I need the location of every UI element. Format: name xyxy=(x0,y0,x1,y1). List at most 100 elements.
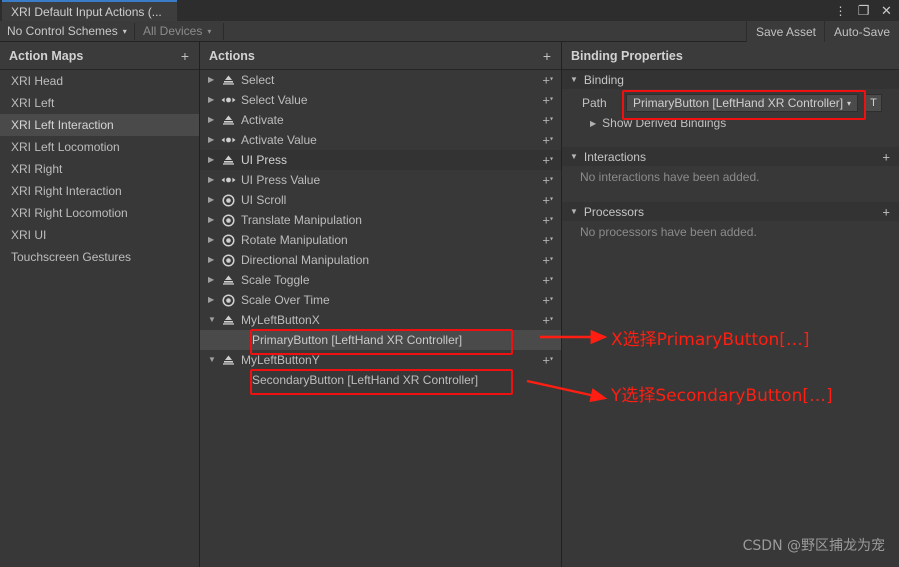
action-row[interactable]: ▶ Select Value + ▾ xyxy=(200,90,561,110)
action-row[interactable]: ▶ Directional Manipulation + ▾ xyxy=(200,250,561,270)
chevron-down-icon: ▾ xyxy=(122,26,127,36)
add-binding-button[interactable]: + ▾ xyxy=(542,194,553,207)
add-binding-button[interactable]: + ▾ xyxy=(542,252,553,268)
action-map-item[interactable]: XRI Left Interaction xyxy=(0,114,199,136)
add-binding-button[interactable]: + ▾ xyxy=(542,72,553,88)
interactions-section-header[interactable]: ▼ Interactions + xyxy=(562,147,899,166)
plus-icon: + xyxy=(542,72,550,88)
tab-label: XRI Default Input Actions (... xyxy=(11,4,162,19)
add-binding-button[interactable]: + ▾ xyxy=(542,134,553,147)
more-options-icon[interactable]: ⋮ xyxy=(834,5,847,17)
devices-dropdown[interactable]: All Devices ▾ xyxy=(136,21,218,41)
add-binding-button[interactable]: + ▾ xyxy=(542,352,553,368)
action-map-item[interactable]: XRI Right xyxy=(0,158,199,180)
chevron-right-icon[interactable]: ▶ xyxy=(200,196,218,204)
add-action-map-icon[interactable]: + xyxy=(181,49,189,63)
action-map-label: XRI Head xyxy=(11,74,64,88)
action-map-item[interactable]: XRI Head xyxy=(0,70,199,92)
chevron-right-icon[interactable]: ▶ xyxy=(200,136,218,144)
binding-properties-header: Binding Properties xyxy=(562,42,899,70)
add-processor-icon[interactable]: + xyxy=(882,205,890,218)
add-binding-button[interactable]: + ▾ xyxy=(542,114,553,127)
action-row[interactable]: ▶ UI Scroll + ▾ xyxy=(200,190,561,210)
button-action-icon xyxy=(218,74,238,86)
chevron-right-icon[interactable]: ▶ xyxy=(200,156,218,164)
action-maps-title: Action Maps xyxy=(9,48,84,63)
action-row[interactable]: ▶ UI Press + ▾ xyxy=(200,150,561,170)
path-value: PrimaryButton [LeftHand XR Controller] xyxy=(633,96,844,110)
tab-xri-default-input-actions[interactable]: XRI Default Input Actions (... xyxy=(2,0,177,21)
binding-properties-panel: Binding Properties ▼ Binding Path Primar… xyxy=(562,42,899,567)
add-action-icon[interactable]: + xyxy=(543,49,551,63)
action-row[interactable]: ▶ Scale Over Time + ▾ xyxy=(200,290,561,310)
close-icon[interactable]: ✕ xyxy=(880,4,893,17)
plus-icon: + xyxy=(542,252,550,268)
auto-save-button[interactable]: Auto-Save xyxy=(823,21,899,42)
binding-row[interactable]: PrimaryButton [LeftHand XR Controller] xyxy=(200,330,561,350)
action-map-label: XRI Left xyxy=(11,96,55,110)
add-binding-button[interactable]: + ▾ xyxy=(542,274,553,287)
maximize-icon[interactable]: ❐ xyxy=(857,4,870,17)
add-binding-button[interactable]: + ▾ xyxy=(542,292,553,308)
chevron-right-icon[interactable]: ▶ xyxy=(200,276,218,284)
add-binding-button[interactable]: + ▾ xyxy=(542,172,553,188)
toolbar-divider xyxy=(134,23,135,40)
path-text-mode-button[interactable]: T xyxy=(865,94,882,112)
action-row[interactable]: ▶ Scale Toggle + ▾ xyxy=(200,270,561,290)
control-schemes-dropdown[interactable]: No Control Schemes ▾ xyxy=(0,21,134,41)
processors-section-header[interactable]: ▼ Processors + xyxy=(562,202,899,221)
add-binding-button[interactable]: + ▾ xyxy=(542,214,553,227)
chevron-right-icon[interactable]: ▶ xyxy=(200,96,218,104)
button-action-icon xyxy=(218,354,238,366)
action-row[interactable]: ▶ Translate Manipulation + ▾ xyxy=(200,210,561,230)
action-map-item[interactable]: XRI Right Interaction xyxy=(0,180,199,202)
action-row[interactable]: ▼ MyLeftButtonX + ▾ xyxy=(200,310,561,330)
action-row[interactable]: ▼ MyLeftButtonY + ▾ xyxy=(200,350,561,370)
action-label: Directional Manipulation xyxy=(241,253,370,267)
binding-row[interactable]: SecondaryButton [LeftHand XR Controller] xyxy=(200,370,561,390)
chevron-down-icon[interactable]: ▼ xyxy=(200,356,218,364)
chevron-down-icon: ▾ xyxy=(549,296,553,303)
chevron-down-icon: ▾ xyxy=(549,356,553,363)
chevron-right-icon[interactable]: ▶ xyxy=(200,76,218,84)
action-row[interactable]: ▶ Activate + ▾ xyxy=(200,110,561,130)
action-row[interactable]: ▶ Select + ▾ xyxy=(200,70,561,90)
action-map-item[interactable]: XRI Right Locomotion xyxy=(0,202,199,224)
chevron-down-icon: ▾ xyxy=(549,116,553,123)
action-map-item[interactable]: XRI UI xyxy=(0,224,199,246)
button-action-icon xyxy=(218,314,238,326)
chevron-right-icon[interactable]: ▶ xyxy=(200,236,218,244)
plus-icon: + xyxy=(542,352,550,368)
chevron-right-icon[interactable]: ▶ xyxy=(200,176,218,184)
toolbar-divider xyxy=(223,23,224,40)
add-binding-button[interactable]: + ▾ xyxy=(542,314,553,327)
path-field-row: Path PrimaryButton [LeftHand XR Controll… xyxy=(562,93,899,113)
chevron-right-icon[interactable]: ▶ xyxy=(200,296,218,304)
interactions-empty-text: No interactions have been added. xyxy=(580,170,760,184)
binding-section-header[interactable]: ▼ Binding xyxy=(562,70,899,89)
action-label: Scale Over Time xyxy=(241,293,330,307)
action-map-item[interactable]: XRI Left Locomotion xyxy=(0,136,199,158)
add-interaction-icon[interactable]: + xyxy=(882,150,890,163)
chevron-right-icon[interactable]: ▶ xyxy=(200,256,218,264)
chevron-down-icon[interactable]: ▼ xyxy=(200,316,218,324)
add-binding-button[interactable]: + ▾ xyxy=(542,154,553,167)
action-row[interactable]: ▶ Rotate Manipulation + ▾ xyxy=(200,230,561,250)
chevron-right-icon[interactable]: ▶ xyxy=(200,116,218,124)
plus-icon: + xyxy=(542,172,550,188)
action-label: Scale Toggle xyxy=(241,273,310,287)
action-row[interactable]: ▶ Activate Value + ▾ xyxy=(200,130,561,150)
plus-icon: + xyxy=(542,232,550,248)
action-row[interactable]: ▶ UI Press Value + ▾ xyxy=(200,170,561,190)
add-binding-button[interactable]: + ▾ xyxy=(542,94,553,107)
chevron-right-icon[interactable]: ▶ xyxy=(200,216,218,224)
action-map-item[interactable]: Touchscreen Gestures xyxy=(0,246,199,268)
path-dropdown[interactable]: PrimaryButton [LeftHand XR Controller] ▾ xyxy=(626,94,858,112)
action-map-item[interactable]: XRI Left xyxy=(0,92,199,114)
show-derived-bindings-row[interactable]: ▶ Show Derived Bindings xyxy=(562,113,899,133)
chevron-down-icon: ▾ xyxy=(549,96,553,103)
save-asset-button[interactable]: Save Asset xyxy=(745,21,825,42)
add-binding-button[interactable]: + ▾ xyxy=(542,232,553,248)
plus-icon: + xyxy=(542,292,550,308)
